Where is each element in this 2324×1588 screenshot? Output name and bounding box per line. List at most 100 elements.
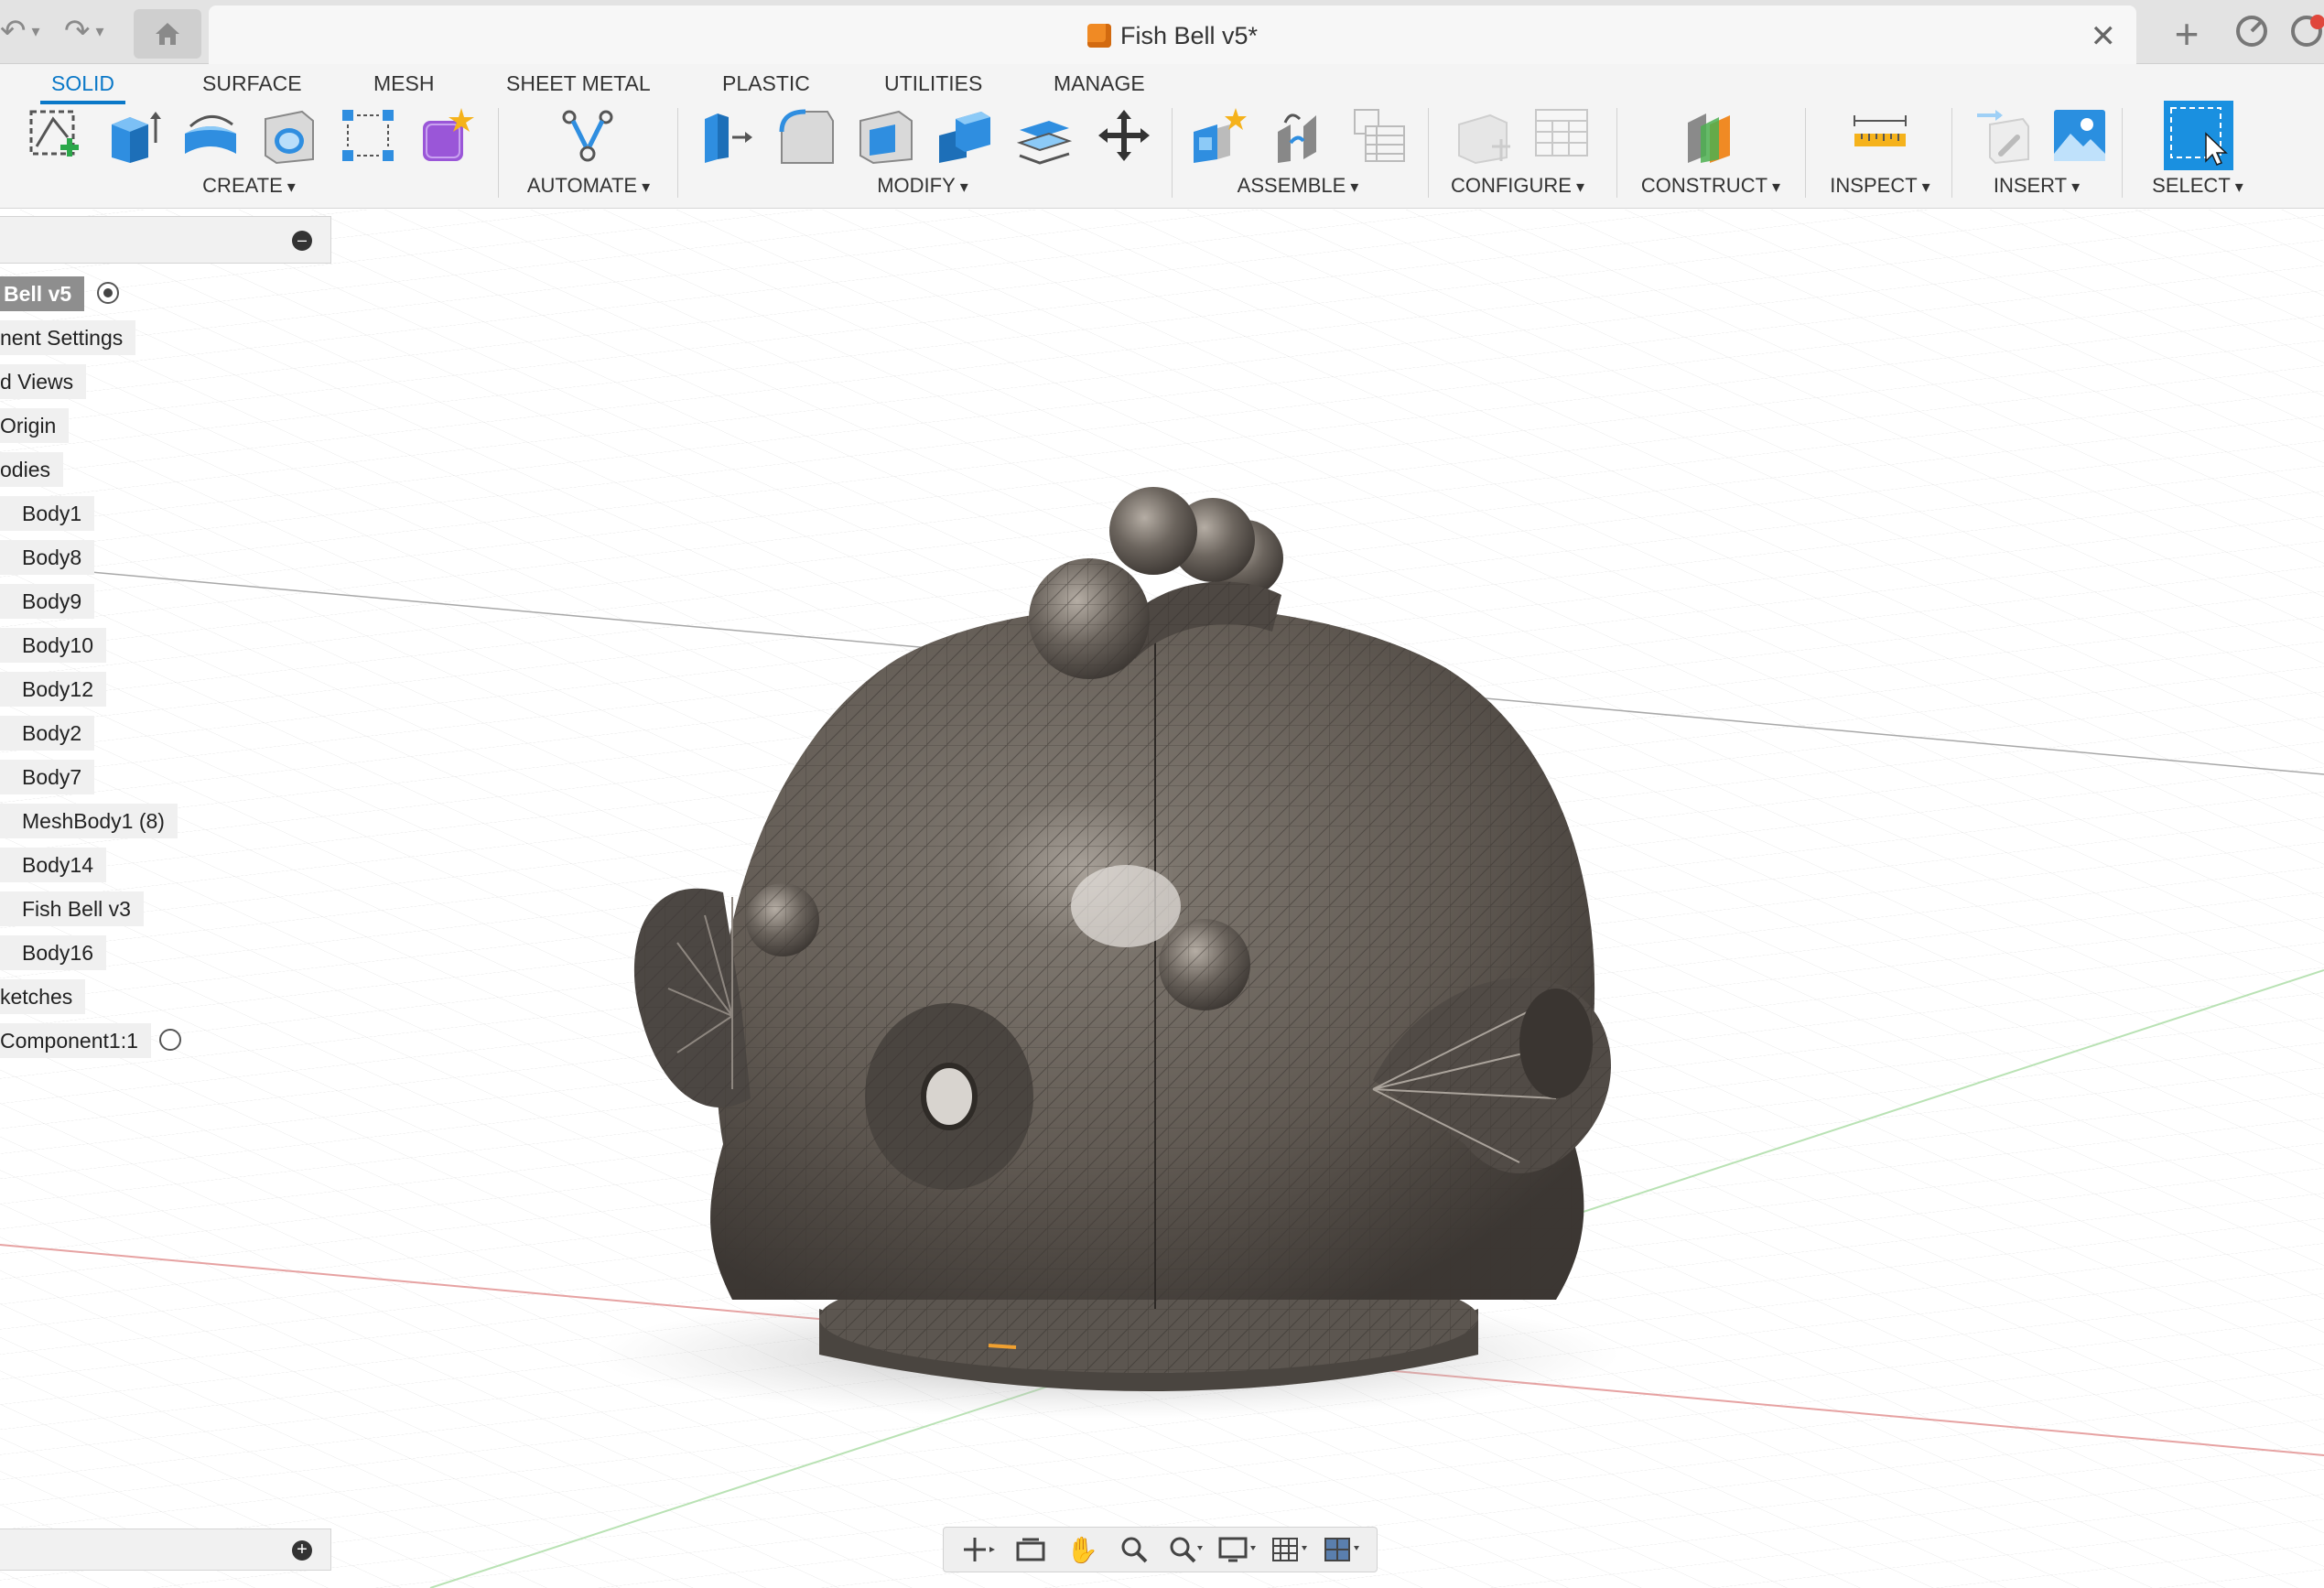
toolbar-ribbon: SOLID SURFACE MESH SHEET METAL PLASTIC U… <box>0 64 2324 209</box>
select-menu[interactable]: SELECT <box>2152 174 2243 198</box>
browser-item-bodies[interactable]: odies <box>0 452 63 487</box>
new-component-button[interactable] <box>1190 106 1248 165</box>
pan-button[interactable]: ✋ <box>1062 1534 1104 1565</box>
offset-face-button[interactable] <box>1014 106 1073 165</box>
activate-radio-icon[interactable] <box>97 282 119 304</box>
automate-menu[interactable]: AUTOMATE <box>527 174 650 198</box>
move-copy-button[interactable] <box>1095 106 1153 165</box>
automate-button[interactable] <box>558 106 617 165</box>
orbit-button[interactable] <box>957 1534 1000 1565</box>
configure-button[interactable] <box>1454 106 1512 165</box>
hole-button[interactable] <box>260 106 319 165</box>
extensions-icon <box>2236 16 2267 47</box>
browser-item-body[interactable]: Body12 <box>0 672 107 707</box>
joint-button[interactable] <box>1272 106 1331 165</box>
look-at-button[interactable] <box>1010 1534 1052 1565</box>
document-title: Fish Bell v5* <box>209 22 2136 50</box>
bom-button[interactable] <box>1349 106 1408 165</box>
fusion-window: ↶ ▾ ↷ ▾ Fish Bell v5* ✕ + SOLID SURFACE … <box>0 0 2324 1588</box>
redo-button[interactable]: ↷ ▾ <box>64 13 104 49</box>
tab-manage[interactable]: MANAGE <box>1054 64 1145 103</box>
browser-item-body[interactable]: Body2 <box>0 716 95 751</box>
job-status-icon <box>2291 15 2324 47</box>
close-tab-button[interactable]: ✕ <box>2091 18 2117 55</box>
fillet-icon <box>779 109 834 164</box>
job-status-button[interactable] <box>2288 13 2324 49</box>
select-cursor-icon <box>2170 107 2228 166</box>
browser-item-mesh-body[interactable]: MeshBody1 (8) <box>0 804 178 838</box>
configure-icon <box>1458 113 1510 165</box>
tab-mesh[interactable]: MESH <box>373 64 434 103</box>
browser-root-node[interactable]: Bell v5 <box>0 276 85 311</box>
offset-face-icon <box>1016 121 1073 165</box>
viewport-canvas[interactable] <box>0 210 2324 1588</box>
measure-button[interactable] <box>1851 106 1909 165</box>
undo-icon: ↶ <box>0 14 27 49</box>
browser-item-body[interactable]: Body1 <box>0 496 95 531</box>
configure-menu[interactable]: CONFIGURE <box>1451 174 1584 198</box>
select-button[interactable] <box>2164 101 2233 170</box>
undo-button[interactable]: ↶ ▾ <box>0 13 40 49</box>
fit-button[interactable] <box>1165 1534 1207 1565</box>
design-viewport[interactable] <box>0 210 2324 1588</box>
browser-item-body[interactable]: Body8 <box>0 540 95 575</box>
tab-surface[interactable]: SURFACE <box>202 64 302 103</box>
browser-header: – <box>0 216 331 264</box>
shell-icon <box>859 110 913 165</box>
extensions-button[interactable] <box>2233 13 2270 49</box>
browser-item-component[interactable]: Component1:1 <box>0 1023 151 1058</box>
insert-derive-button[interactable] <box>1973 106 2032 165</box>
separator <box>1616 108 1617 198</box>
pattern-button[interactable] <box>339 106 397 165</box>
collapse-browser-button[interactable]: – <box>292 231 312 251</box>
browser-item-named-views[interactable]: d Views <box>0 364 87 399</box>
tab-sheet-metal[interactable]: SHEET METAL <box>506 64 651 103</box>
browser-item-body[interactable]: Body16 <box>0 935 107 970</box>
configuration-table-button[interactable] <box>1532 106 1591 165</box>
combine-button[interactable] <box>935 106 994 165</box>
move-icon <box>1098 110 1150 161</box>
joint-icon <box>1278 113 1316 163</box>
shell-button[interactable] <box>857 106 915 165</box>
inspect-menu[interactable]: INSPECT <box>1830 174 1929 198</box>
new-tab-button[interactable]: + <box>2164 10 2210 58</box>
create-sketch-icon <box>29 110 79 157</box>
document-tab[interactable]: Fish Bell v5* ✕ <box>209 5 2136 64</box>
construct-menu[interactable]: CONSTRUCT <box>1641 174 1780 198</box>
browser-item-body[interactable]: Fish Bell v3 <box>0 891 144 926</box>
create-sketch-button[interactable] <box>26 106 84 165</box>
browser-item-sketches[interactable]: ketches <box>0 979 86 1014</box>
comments-bar: + <box>0 1529 331 1571</box>
automate-icon <box>562 110 613 162</box>
form-button[interactable] <box>417 106 476 165</box>
separator <box>677 108 678 198</box>
browser-item-body[interactable]: Body7 <box>0 760 95 794</box>
expand-comments-button[interactable]: + <box>292 1540 312 1561</box>
browser-item-body[interactable]: Body14 <box>0 848 107 882</box>
viewports-button[interactable] <box>1321 1534 1363 1565</box>
extrude-button[interactable] <box>104 106 163 165</box>
assemble-menu[interactable]: ASSEMBLE <box>1238 174 1359 198</box>
grid-snaps-button[interactable] <box>1269 1534 1311 1565</box>
tab-plastic[interactable]: PLASTIC <box>722 64 810 103</box>
revolve-button[interactable] <box>181 106 240 165</box>
modify-menu[interactable]: MODIFY <box>877 174 968 198</box>
browser-item-body[interactable]: Body10 <box>0 628 107 663</box>
tab-utilities[interactable]: UTILITIES <box>884 64 982 103</box>
tab-solid[interactable]: SOLID <box>39 64 126 104</box>
insert-canvas-button[interactable] <box>2050 106 2109 165</box>
offset-plane-button[interactable] <box>1682 106 1741 165</box>
home-icon <box>156 23 179 45</box>
browser-item-document-settings[interactable]: nent Settings <box>0 320 136 355</box>
fillet-button[interactable] <box>778 106 837 165</box>
browser-item-body[interactable]: Body9 <box>0 584 95 619</box>
press-pull-button[interactable] <box>697 106 756 165</box>
zoom-button[interactable] <box>1113 1534 1155 1565</box>
insert-menu[interactable]: INSERT <box>1994 174 2080 198</box>
activate-radio-icon[interactable] <box>159 1029 181 1051</box>
home-button[interactable] <box>134 9 201 59</box>
look-at-icon <box>1016 1538 1045 1561</box>
browser-item-origin[interactable]: Origin <box>0 408 70 443</box>
create-menu[interactable]: CREATE <box>202 174 296 198</box>
display-settings-button[interactable] <box>1216 1534 1259 1565</box>
